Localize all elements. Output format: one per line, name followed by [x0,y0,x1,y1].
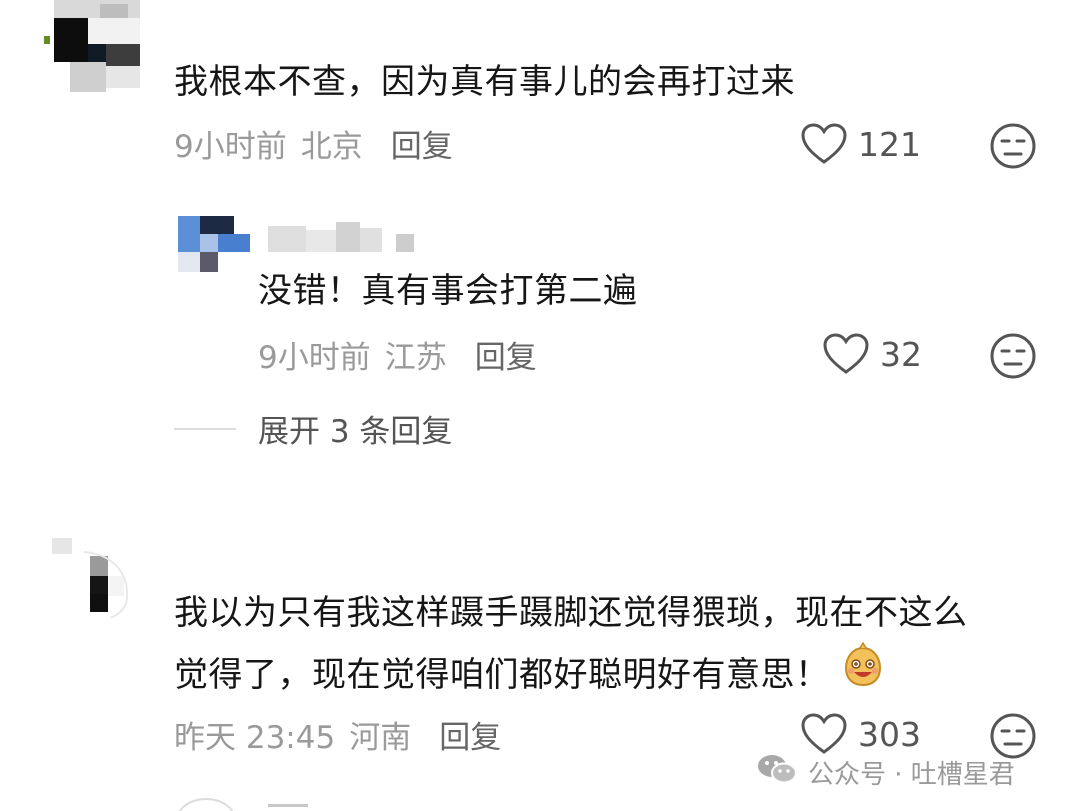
comment-text: 我根本不查，因为真有事儿的会再打过来 [174,62,795,102]
reply-time: 9小时前 [258,340,371,376]
like-count: 303 [858,714,921,754]
avatar[interactable] [52,538,138,618]
like-count: 121 [858,124,921,164]
reply-text: 没错！真有事会打第二遍 [258,271,638,311]
avatar[interactable] [44,0,148,92]
comment-time: 昨天 23:45 [174,720,336,756]
watermark: 公众号 · 吐槽星君 [756,752,1015,793]
next-item-partial [176,798,336,811]
reply-button[interactable]: 回复 [391,121,453,166]
expand-replies-label: 展开 3 条回复 [258,414,453,450]
reply-reply-button[interactable]: 回复 [475,332,537,377]
watermark-text: 公众号 · 吐槽星君 [808,760,1015,790]
reply-username-blurred [268,222,414,252]
divider-line [174,427,236,430]
heart-icon [822,332,870,376]
comment-text-line-1: 我以为只有我这样蹑手蹑脚还觉得猥琐，现在不这么 [174,593,968,633]
comment-location: 河南 [349,720,412,756]
reply-button[interactable]: 回复 [439,712,501,757]
comment-meta: 昨天 23:45 河南 回复 [174,712,501,757]
like-count: 32 [880,334,922,374]
reply-avatar[interactable] [178,216,250,272]
comment-text-line-2: 觉得了，现在觉得咱们都好聪明好有意思！ [174,641,886,707]
reply-dislike-button[interactable] [989,332,1037,380]
comment-meta: 9小时前 北京 回复 [174,121,453,166]
expand-replies-button[interactable]: 展开 3 条回复 [174,406,452,451]
reply-like-button[interactable]: 32 [822,332,922,376]
unamused-face-icon [989,122,1037,170]
comment-time: 9小时前 [174,129,287,165]
reply-location: 江苏 [384,340,447,376]
dislike-button[interactable] [989,122,1037,170]
like-button[interactable]: 121 [800,122,921,166]
grinning-face-emoji-icon [840,641,886,703]
heart-icon [800,712,848,756]
comment-location: 北京 [300,129,363,165]
reply-meta: 9小时前 江苏 回复 [258,332,537,377]
wechat-icon [756,752,798,793]
like-button[interactable]: 303 [800,712,921,756]
comment-text-line-2-text: 觉得了，现在觉得咱们都好聪明好有意思！ [174,655,830,695]
unamused-face-icon [989,332,1037,380]
heart-icon [800,122,848,166]
